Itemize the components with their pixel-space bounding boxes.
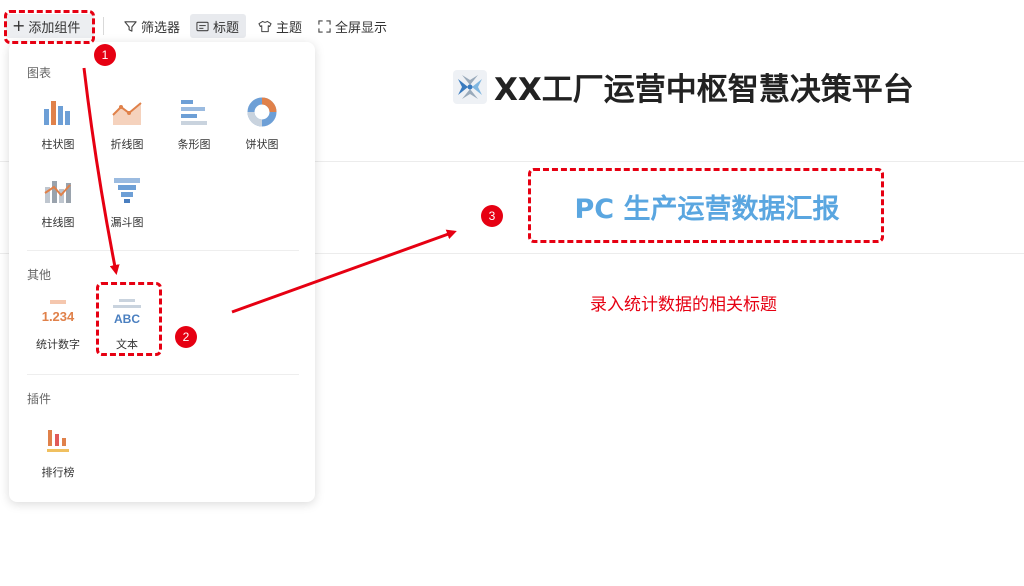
section-charts-label: 图表 xyxy=(27,66,52,80)
add-component-panel: 图表 柱状图 折线图 条形图 饼状图 柱线图 漏斗图 其他 1.234 统计数字… xyxy=(9,42,315,502)
section-divider xyxy=(27,374,299,375)
title-label: 标题 xyxy=(213,20,240,36)
report-title-highlight xyxy=(528,168,884,243)
bar-chart-icon xyxy=(42,92,74,132)
hint-text: 录入统计数据的相关标题 xyxy=(590,295,777,315)
line-chart-item[interactable]: 折线图 xyxy=(92,92,162,162)
toolbar-divider xyxy=(103,17,104,35)
horizontal-bar-chart-label: 条形图 xyxy=(177,138,211,151)
stat-number-item[interactable]: 1.234 统计数字 xyxy=(23,292,93,362)
funnel-chart-label: 漏斗图 xyxy=(110,216,144,229)
funnel-icon xyxy=(124,20,137,33)
step-3-badge: 3 xyxy=(481,205,503,227)
text-item-highlight xyxy=(96,282,162,356)
horizontal-bar-chart-item[interactable]: 条形图 xyxy=(159,92,229,162)
pie-chart-label: 饼状图 xyxy=(245,138,279,151)
add-component-highlight xyxy=(4,10,95,44)
shirt-icon xyxy=(258,20,272,33)
step-1-badge: 1 xyxy=(94,44,116,66)
platform-title[interactable]: XX工厂运营中枢智慧决策平台 xyxy=(452,64,914,109)
pie-chart-icon xyxy=(246,92,278,132)
pie-chart-item[interactable]: 饼状图 xyxy=(227,92,297,162)
stat-number-icon: 1.234 xyxy=(41,292,75,332)
title-button[interactable]: 标题 xyxy=(190,14,246,38)
theme-label: 主题 xyxy=(276,20,303,36)
ranking-label: 排行榜 xyxy=(41,466,75,479)
stat-number-bar-icon xyxy=(49,300,66,304)
title-icon xyxy=(196,20,209,33)
fullscreen-icon xyxy=(318,19,331,33)
ranking-icon xyxy=(45,420,71,460)
platform-title-text: XX工厂运营中枢智慧决策平台 xyxy=(494,72,914,108)
bar-chart-item[interactable]: 柱状图 xyxy=(23,92,93,162)
funnel-chart-item[interactable]: 漏斗图 xyxy=(92,170,162,240)
horizontal-bar-chart-icon xyxy=(178,92,210,132)
line-chart-icon xyxy=(111,92,143,132)
filter-button[interactable]: 筛选器 xyxy=(118,14,186,38)
ranking-item[interactable]: 排行榜 xyxy=(23,420,93,490)
stat-number-sample: 1.234 xyxy=(41,309,75,324)
step-2-badge: 2 xyxy=(175,326,197,348)
bar-chart-label: 柱状图 xyxy=(41,138,75,151)
fullscreen-button[interactable]: 全屏显示 xyxy=(312,14,393,38)
filter-label: 筛选器 xyxy=(141,20,181,36)
section-divider xyxy=(27,250,299,251)
bar-line-chart-label: 柱线图 xyxy=(41,216,75,229)
logo-icon xyxy=(452,69,488,105)
line-chart-label: 折线图 xyxy=(110,138,144,151)
funnel-chart-icon xyxy=(111,170,143,210)
stat-number-label: 统计数字 xyxy=(36,338,80,351)
fullscreen-label: 全屏显示 xyxy=(335,20,388,36)
bar-line-chart-icon xyxy=(42,170,74,210)
theme-button[interactable]: 主题 xyxy=(252,14,308,38)
section-others-label: 其他 xyxy=(27,268,52,282)
section-plugins-label: 插件 xyxy=(27,392,52,406)
bar-line-chart-item[interactable]: 柱线图 xyxy=(23,170,93,240)
